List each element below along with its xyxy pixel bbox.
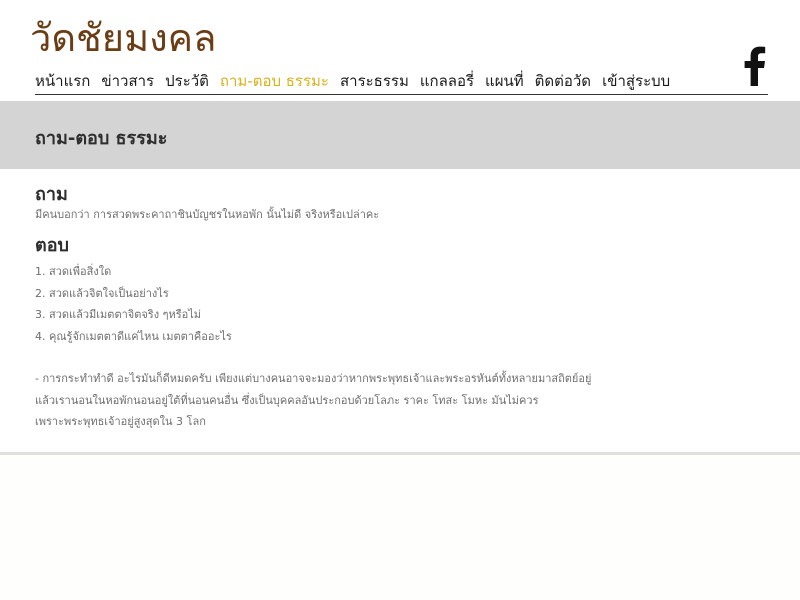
nav-item-gallery[interactable]: แกลลอรี่ [420, 69, 474, 93]
list-item: 1. สวดเพื่อสิ่งใด [35, 265, 112, 278]
site-header: วัดชัยมงคล หน้าแรก ข่าวสาร ประวัติ ถาม-ต… [0, 0, 800, 100]
answer-heading: ตอบ [35, 235, 69, 256]
page-banner: ถาม-ตอบ ธรรมะ [0, 101, 800, 169]
answer-paragraph-line: เพราะพระพุทธเจ้าอยู่สูงสุดใน 3 โลก [35, 415, 206, 428]
nav-item-dharma-qa[interactable]: ถาม-ตอบ ธรรมะ [220, 69, 329, 93]
nav-item-home[interactable]: หน้าแรก [35, 69, 90, 93]
nav-item-news[interactable]: ข่าวสาร [101, 69, 154, 93]
answer-paragraph: - การกระทำทำดี อะไรมันก็ดีหมดครับ เพียงแ… [35, 368, 755, 433]
answer-list: 1. สวดเพื่อสิ่งใด 2. สวดแล้วจิตใจเป็นอย่… [35, 261, 232, 347]
nav-item-history[interactable]: ประวัติ [165, 69, 209, 93]
page-title: ถาม-ตอบ ธรรมะ [35, 128, 168, 149]
nav-item-map[interactable]: แผนที่ [485, 69, 524, 93]
question-heading: ถาม [35, 184, 68, 205]
list-item: 3. สวดแล้วมีเมตตาจิตจริง ๆหรือไม่ [35, 308, 202, 321]
list-item: 4. คุณรู้จักเมตตาดีแค่ไหน เมตตาคืออะไร [35, 329, 232, 343]
answer-paragraph-line: - การกระทำทำดี อะไรมันก็ดีหมดครับ เพียงแ… [35, 372, 592, 385]
nav-divider [35, 94, 768, 95]
question-text: มีคนบอกว่า การสวดพระคาถาชินบัญชรในหอพัก … [35, 208, 380, 221]
qa-content: ถาม มีคนบอกว่า การสวดพระคาถาชินบัญชรในหอ… [0, 169, 800, 455]
main-nav: หน้าแรก ข่าวสาร ประวัติ ถาม-ตอบ ธรรมะ สา… [35, 69, 670, 93]
nav-item-contact[interactable]: ติดต่อวัด [535, 69, 591, 93]
site-title[interactable]: วัดชัยมงคล [30, 17, 216, 60]
answer-paragraph-line: แล้วเรานอนในหอพักนอนอยู่ใต้ที่นอนคนอื่น … [35, 393, 539, 407]
facebook-icon[interactable] [738, 46, 770, 86]
list-item: 2. สวดแล้วจิตใจเป็นอย่างไร [35, 286, 169, 300]
nav-item-dharma-articles[interactable]: สาระธรรม [340, 69, 409, 93]
nav-item-login[interactable]: เข้าสู่ระบบ [602, 69, 670, 93]
